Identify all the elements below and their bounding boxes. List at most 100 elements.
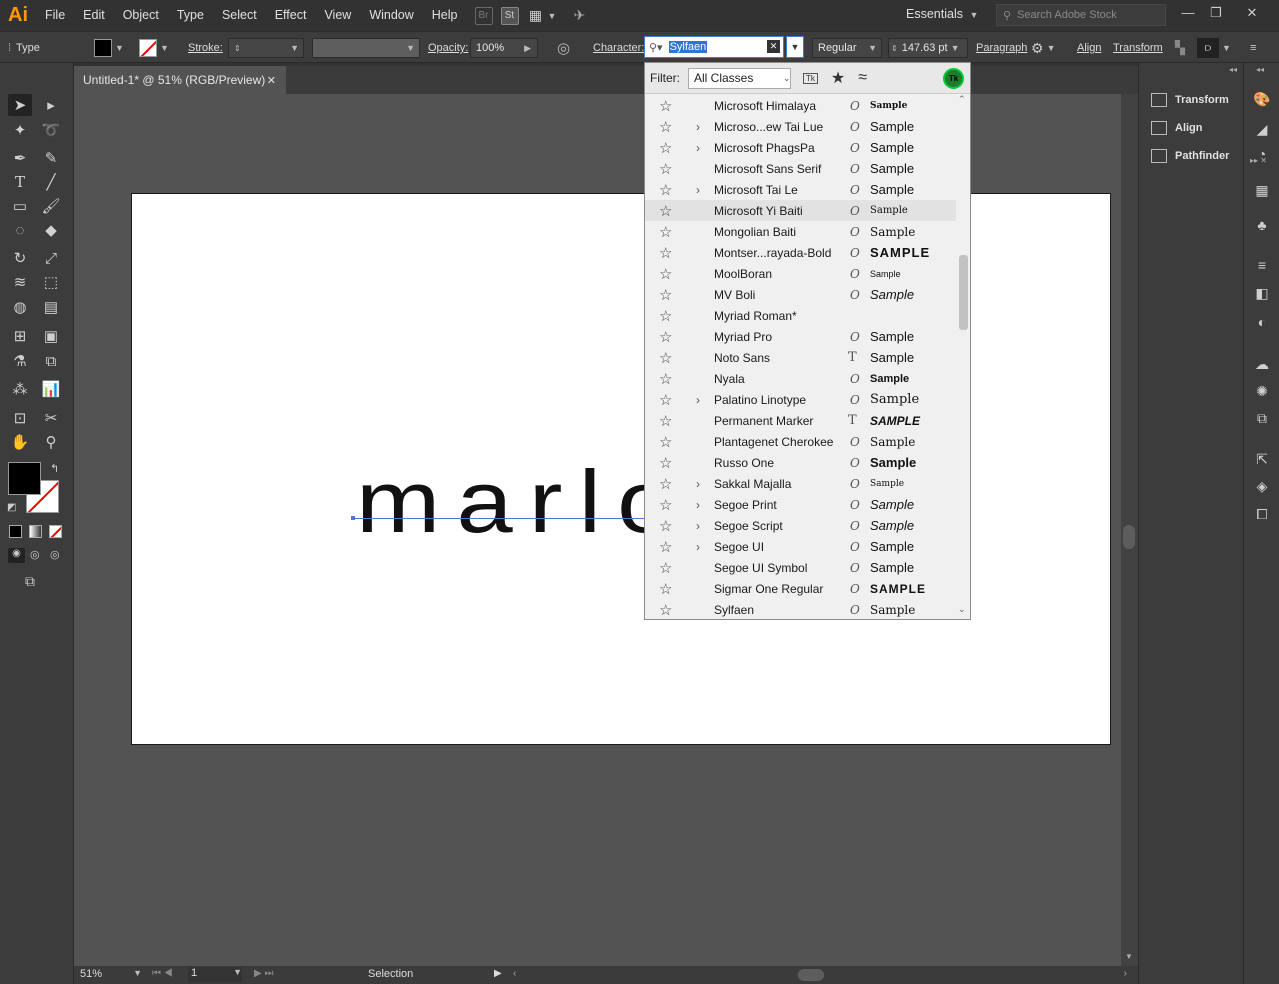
eyedropper-tool-icon[interactable]: ⚗ [8, 350, 32, 372]
opacity-field[interactable]: 100% ▶ [470, 32, 538, 64]
filter-classes-select[interactable]: All Classes ⌄ [688, 67, 791, 89]
expand-family-icon[interactable]: › [696, 498, 700, 512]
first-artboard-icon[interactable]: ⏮ ◀ [152, 968, 173, 979]
expand-family-icon[interactable]: › [696, 183, 700, 197]
font-style-field[interactable]: Regular ▼ [812, 32, 882, 64]
stroke-swatch[interactable]: ▼ [139, 32, 169, 64]
export-icon[interactable]: ⇱ [1253, 450, 1271, 468]
font-row[interactable]: ☆ Nyala O Sample [645, 368, 957, 389]
symbols-icon[interactable]: ♣ [1253, 216, 1271, 234]
expand-family-icon[interactable]: › [696, 120, 700, 134]
stock-icon[interactable]: St [500, 6, 519, 25]
favorite-star-icon[interactable]: ☆ [659, 601, 672, 619]
font-row[interactable]: ☆ Plantagenet Cherokee O Sample [645, 431, 957, 452]
expand-family-icon[interactable]: › [696, 519, 700, 533]
menu-edit[interactable]: Edit [74, 0, 114, 31]
favorite-star-icon[interactable]: ☆ [659, 265, 672, 283]
restore-button[interactable]: ❐ [1206, 5, 1226, 25]
screen-mode-icon[interactable]: ⧉ [25, 573, 35, 590]
favorites-filter-icon[interactable]: ★ [831, 68, 845, 88]
favorite-star-icon[interactable]: ☆ [659, 517, 672, 535]
opacity-label[interactable]: Opacity: [428, 32, 468, 64]
expand-family-icon[interactable]: › [696, 477, 700, 491]
close-tab-icon[interactable]: ✕ [267, 74, 276, 87]
font-row[interactable]: ☆ Microsoft Yi Baiti O Sample [645, 200, 957, 221]
typekit-filter-icon[interactable]: Tk [803, 72, 818, 84]
favorite-star-icon[interactable]: ☆ [659, 349, 672, 367]
line-tool-icon[interactable]: ╱ [39, 171, 63, 193]
fill-swatch[interactable]: ▼ [94, 32, 124, 64]
favorite-star-icon[interactable]: ☆ [659, 286, 672, 304]
favorite-star-icon[interactable]: ☆ [659, 118, 672, 136]
font-row[interactable]: ☆ › Segoe UI O Sample [645, 536, 957, 557]
favorite-star-icon[interactable]: ☆ [659, 475, 672, 493]
workspace-switcher[interactable]: Essentials ▼ [906, 7, 978, 21]
favorite-star-icon[interactable]: ☆ [659, 307, 672, 325]
mesh-tool-icon[interactable]: ⊞ [8, 325, 32, 347]
font-row[interactable]: ☆ Russo One O Sample [645, 452, 957, 473]
scale-tool-icon[interactable]: ⤢ [39, 247, 63, 269]
font-row[interactable]: ☆ › Microsoft Tai Le O Sample [645, 179, 957, 200]
zoom-field[interactable]: 51% ▼ [80, 968, 142, 982]
text-anchor-point[interactable] [351, 516, 355, 520]
font-row[interactable]: ☆ Noto Sans T Sample [645, 347, 957, 368]
selection-tool-icon[interactable]: ➤ [8, 94, 32, 116]
font-list-scroll-thumb[interactable] [959, 255, 968, 330]
font-row[interactable]: ☆ Montser...rayada-Bold O SAMPLE [645, 242, 957, 263]
isolate-icon[interactable]: ▚ [1175, 32, 1185, 64]
favorite-star-icon[interactable]: ☆ [659, 370, 672, 388]
font-row[interactable]: ☆ MV Boli O Sample [645, 284, 957, 305]
fill-color-swatch-front[interactable] [8, 462, 41, 495]
font-row[interactable]: ☆ Microsoft Himalaya O Sample [645, 95, 957, 116]
menu-object[interactable]: Object [114, 0, 168, 31]
similar-fonts-icon[interactable]: ≈ [858, 69, 867, 87]
eraser-tool-icon[interactable]: ◆ [39, 219, 63, 241]
artboards-icon[interactable]: ⧠ [1253, 505, 1271, 523]
swap-colors-icon[interactable]: ↰ [50, 462, 59, 475]
font-row[interactable]: ☆ Microsoft Sans Serif O Sample [645, 158, 957, 179]
font-row[interactable]: ☆ › Palatino Linotype O Sample [645, 389, 957, 410]
graphic-styles-icon[interactable]: ⧉ [1253, 409, 1271, 427]
favorite-star-icon[interactable]: ☆ [659, 559, 672, 577]
horizontal-scroll-thumb[interactable] [798, 969, 824, 981]
paintbrush-tool-icon[interactable]: 🖌 [39, 195, 63, 217]
panel-transform[interactable]: Transform [1151, 93, 1229, 107]
menu-window[interactable]: Window [360, 0, 422, 31]
document-tab[interactable]: Untitled-1* @ 51% (RGB/Preview) ✕ [74, 66, 286, 94]
menu-type[interactable]: Type [168, 0, 213, 31]
hand-tool-icon[interactable]: ✋ [8, 431, 32, 453]
favorite-star-icon[interactable]: ☆ [659, 454, 672, 472]
font-family-input[interactable]: ⚲▾ Sylfaen ✕ [644, 36, 784, 58]
bridge-icon[interactable]: Br [474, 6, 493, 25]
cc-libraries-icon[interactable]: ☁ [1253, 355, 1271, 373]
gradient-tool-icon[interactable]: ▣ [39, 325, 63, 347]
gradient-mode-icon[interactable] [29, 525, 42, 538]
font-row[interactable]: ☆ › Microsoft PhagsPa O Sample [645, 137, 957, 158]
arrange-documents-icon[interactable]: ▦ [527, 7, 545, 25]
slice-tool-icon[interactable]: ✂ [39, 407, 63, 429]
color-mode-icon[interactable] [9, 525, 22, 538]
menu-help[interactable]: Help [423, 0, 467, 31]
scroll-down-icon[interactable]: ⌄ [958, 604, 966, 615]
gradient-icon[interactable]: ◧ [1253, 284, 1271, 302]
favorite-star-icon[interactable]: ☆ [659, 538, 672, 556]
brush-definition-field[interactable]: ▼ [312, 32, 420, 64]
transform-label[interactable]: Transform [1113, 32, 1163, 64]
favorite-star-icon[interactable]: ☆ [659, 433, 672, 451]
font-row[interactable]: ☆ Myriad Pro O Sample [645, 326, 957, 347]
font-row[interactable]: ☆ › Sakkal Majalla O Sample [645, 473, 957, 494]
default-colors-icon[interactable]: ◩ [7, 502, 16, 513]
zoom-tool-icon[interactable]: ⚲ [39, 431, 63, 453]
recolor-icon[interactable]: ◎ [557, 32, 570, 64]
rotate-tool-icon[interactable]: ↻ [8, 247, 32, 269]
lasso-tool-icon[interactable]: ➰ [39, 119, 63, 141]
blend-tool-icon[interactable]: ⧉ [39, 350, 63, 372]
control-menu-icon[interactable]: ≡ [1250, 32, 1256, 64]
typekit-sync-icon[interactable]: Tk [943, 67, 964, 89]
swatches-icon[interactable]: ▦ [1253, 181, 1271, 199]
minimize-button[interactable]: — [1178, 5, 1198, 25]
graph-tool-icon[interactable]: 📊 [39, 378, 63, 400]
draw-behind-icon[interactable]: ◎ [30, 548, 40, 561]
width-tool-icon[interactable]: ≋ [8, 271, 32, 293]
menu-effect[interactable]: Effect [266, 0, 316, 31]
